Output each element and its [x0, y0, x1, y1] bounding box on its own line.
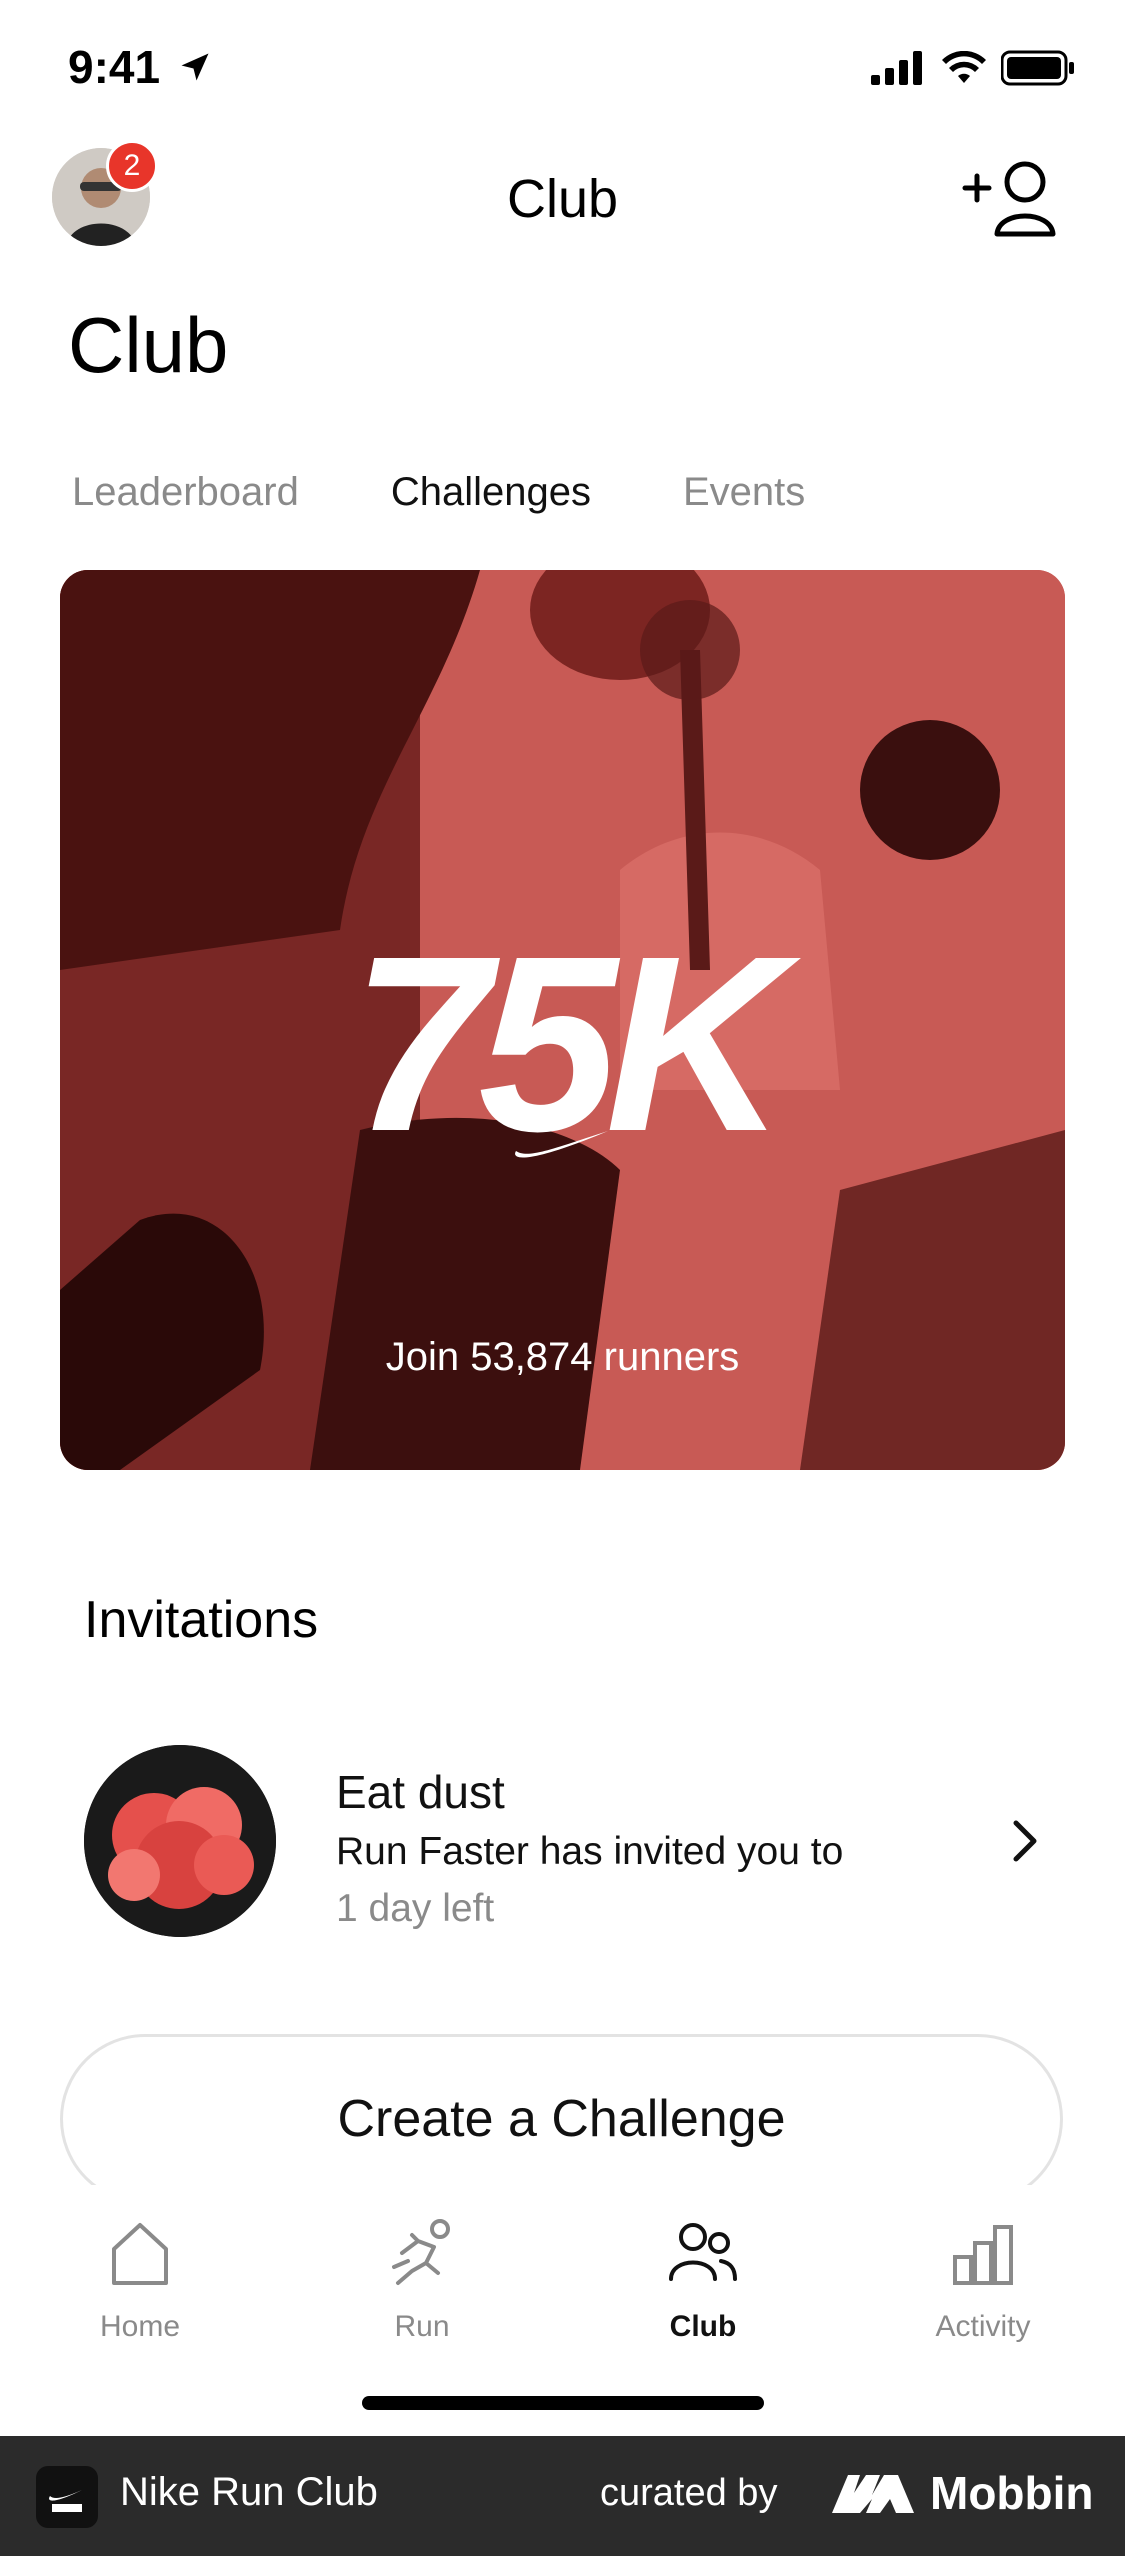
chevron-right-icon: [1013, 1820, 1037, 1862]
invitation-description: Run Faster has invited you to: [336, 1830, 844, 1873]
nrc-logo-icon: [49, 2490, 82, 2512]
mobbin-text: Mobbin: [930, 2467, 1094, 2519]
home-indicator: [362, 2396, 764, 2410]
run-icon: [392, 2219, 450, 2285]
segment-tabs: Leaderboard Challenges Events: [72, 470, 805, 515]
swoosh-logo-icon: [515, 1131, 608, 1158]
cellular-signal-icon: [871, 51, 922, 85]
status-time: 9:41: [68, 40, 213, 94]
location-arrow-icon: [181, 53, 209, 81]
create-challenge-button[interactable]: Create a Challenge: [60, 2034, 1063, 2204]
tab-bar-label: Run: [394, 2310, 450, 2343]
battery-icon: [1001, 50, 1074, 86]
tab-bar-activity[interactable]: Activity: [883, 2213, 1083, 2344]
tab-events[interactable]: Events: [683, 470, 805, 515]
invitation-title: Eat dust: [336, 1766, 505, 1818]
mobbin-brand: Mobbin: [830, 2466, 1094, 2520]
invitation-row[interactable]: Eat dust Run Faster has invited you to 1…: [84, 1745, 1044, 1945]
tab-leaderboard[interactable]: Leaderboard: [72, 470, 299, 515]
challenge-hero-card[interactable]: 75K Join 53,874 runners: [60, 570, 1065, 1470]
app-name: Nike Run Club: [120, 2470, 378, 2514]
activity-icon: [953, 2225, 1013, 2285]
app-logo: [36, 2466, 98, 2528]
nav-title: Club: [506, 169, 619, 229]
tab-bar-label: Club: [669, 2310, 737, 2343]
tab-bar-club[interactable]: Club: [603, 2213, 803, 2344]
tab-bar-run[interactable]: Run: [322, 2213, 522, 2344]
invitation-time-left: 1 day left: [336, 1887, 495, 1930]
smoke-image: [84, 1745, 276, 1937]
time-text: 9:41: [68, 41, 161, 93]
home-icon: [112, 2223, 168, 2285]
attribution-banner: Nike Run Club curated by Mobbin: [0, 2436, 1125, 2556]
tab-challenges[interactable]: Challenges: [391, 470, 591, 515]
club-icon: [669, 2223, 737, 2281]
hero-subtitle: Join 53,874 runners: [385, 1335, 740, 1379]
mobbin-logo-icon: [832, 2475, 914, 2513]
wifi-icon: [942, 51, 986, 83]
tab-bar-home[interactable]: Home: [40, 2213, 240, 2344]
tab-bar-label: Activity: [935, 2310, 1031, 2343]
invitation-thumbnail: [84, 1745, 276, 1937]
curated-by-text: curated by: [600, 2472, 778, 2514]
add-friend-icon[interactable]: [959, 158, 1065, 238]
status-icons: [871, 50, 1075, 86]
page-title: Club: [68, 301, 229, 389]
invitations-title: Invitations: [84, 1591, 319, 1649]
tab-bar-label: Home: [99, 2310, 181, 2343]
